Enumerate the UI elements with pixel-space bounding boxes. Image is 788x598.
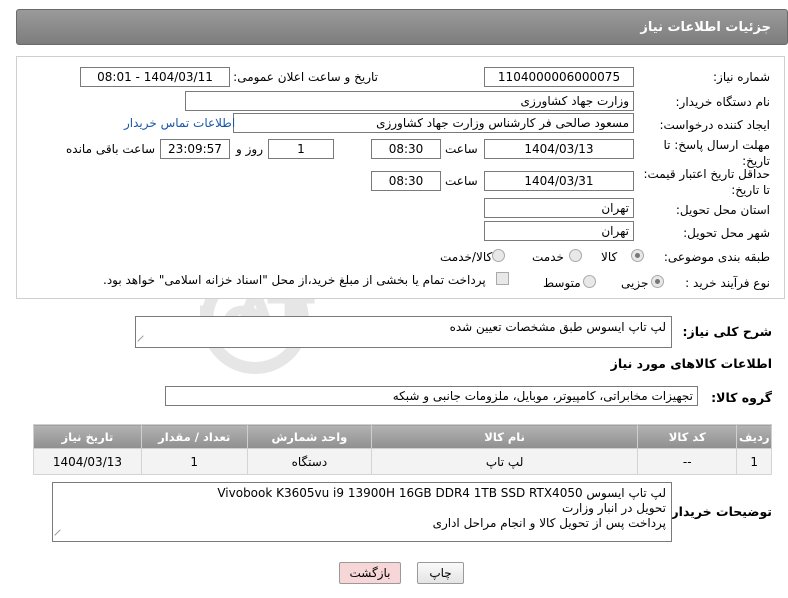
cell-date: 1404/03/13 (33, 448, 142, 475)
process-radio-minor[interactable] (651, 275, 664, 288)
payment-note: پرداخت تمام یا بخشی از مبلغ خرید،از محل … (103, 273, 486, 287)
col-date-header: تاریخ نیاز (33, 424, 142, 449)
buyer-notes-label: توضیحات خریدار: (666, 504, 772, 519)
description-label: شرح کلی نیاز: (682, 324, 772, 339)
col-qty-header: تعداد / مقدار (140, 424, 248, 449)
announce-label: تاریخ و ساعت اعلان عمومی: (233, 70, 378, 84)
need-details-page: جزئیات اطلاعات نیاز AriaTender.neT شماره… (0, 0, 788, 598)
category-radio-service[interactable] (569, 249, 582, 262)
back-button[interactable]: بازگشت (339, 562, 401, 584)
need-number-field: 1104000006000075 (484, 67, 634, 87)
need-number-label: شماره نیاز: (713, 70, 770, 84)
days-field: 1 (268, 139, 334, 159)
buyer-org-field: وزارت جهاد کشاورزی (185, 91, 634, 111)
goods-section-title: اطلاعات کالاهای مورد نیاز (610, 356, 772, 371)
buyer-notes-line1: لپ تاپ ایسوس Vivobook K3605vu i9 13900H … (217, 486, 666, 500)
validity-label-line2: تا تاریخ: (731, 183, 770, 197)
process-option-minor: جزیی (621, 276, 649, 290)
goods-table: ردیف کد کالا نام کالا واحد شمارش تعداد /… (33, 424, 772, 475)
treasury-checkbox[interactable] (496, 272, 509, 285)
process-option-medium: متوسط (543, 276, 581, 290)
table-row: 1 -- لپ تاپ دستگاه 1 1404/03/13 (33, 448, 772, 475)
goods-group-field: تجهیزات مخابراتی، کامپیوتر، موبایل، ملزو… (165, 386, 698, 406)
deadline-label-line1: مهلت ارسال پاسخ: تا (663, 138, 770, 152)
print-button[interactable]: چاپ (417, 562, 464, 584)
deadline-time-label: ساعت (445, 142, 478, 156)
days-label: روز و (236, 142, 263, 156)
province-field: تهران (484, 198, 634, 218)
description-text: لپ تاپ ایسوس طبق مشخصات تعیین شده (449, 320, 666, 334)
resize-handle-icon[interactable] (137, 335, 149, 347)
col-unit-header: واحد شمارش (246, 424, 373, 449)
process-radio-medium[interactable] (583, 275, 596, 288)
city-label: شهر محل تحویل: (683, 226, 770, 240)
creator-label: ایجاد کننده درخواست: (659, 118, 770, 132)
category-option-both: کالا/خدمت (440, 250, 493, 264)
validity-label-line1: حداقل تاریخ اعتبار قیمت: (643, 167, 770, 181)
page-header: جزئیات اطلاعات نیاز (16, 9, 788, 45)
announce-field: 1404/03/11 - 08:01 (80, 67, 230, 87)
col-row-header: ردیف (736, 424, 772, 449)
contact-info-link[interactable]: اطلاعات تماس خریدار (124, 116, 235, 130)
cell-row: 1 (736, 448, 772, 475)
validity-date-field: 1404/03/31 (484, 171, 634, 191)
city-field: تهران (484, 221, 634, 241)
col-code-header: کد کالا (637, 424, 738, 449)
cell-unit: دستگاه (246, 448, 373, 475)
remaining-time-field: 23:09:57 (160, 139, 230, 159)
deadline-time-field: 08:30 (371, 139, 441, 159)
creator-field: مسعود صالحی فر کارشناس وزارت جهاد کشاورز… (233, 113, 634, 133)
page-title: جزئیات اطلاعات نیاز (640, 20, 771, 35)
validity-time-label: ساعت (445, 174, 478, 188)
validity-time-field: 08:30 (371, 171, 441, 191)
validity-label: حداقل تاریخ اعتبار قیمت: تا تاریخ: (643, 166, 770, 198)
category-radio-both[interactable] (492, 249, 505, 262)
description-field[interactable]: لپ تاپ ایسوس طبق مشخصات تعیین شده (135, 316, 672, 348)
deadline-label: مهلت ارسال پاسخ: تا تاریخ: (663, 137, 770, 169)
category-option-goods: کالا (601, 250, 618, 264)
buyer-org-label: نام دستگاه خریدار: (675, 95, 771, 109)
buyer-notes-line2: تحویل در انبار وزارت (561, 501, 666, 515)
deadline-date-field: 1404/03/13 (484, 139, 634, 159)
cell-qty: 1 (140, 448, 248, 475)
cell-name: لپ تاپ (371, 448, 639, 475)
cell-code: -- (637, 448, 738, 475)
buyer-notes-field[interactable]: لپ تاپ ایسوس Vivobook K3605vu i9 13900H … (52, 482, 672, 542)
buyer-notes-line3: پرداخت پس از تحویل کالا و انجام مراحل اد… (432, 516, 666, 530)
process-label: نوع فرآیند خرید : (685, 276, 770, 290)
category-radio-goods[interactable] (631, 249, 644, 262)
goods-group-label: گروه کالا: (711, 390, 772, 405)
remaining-label: ساعت باقی مانده (66, 142, 156, 156)
col-name-header: نام کالا (371, 424, 639, 449)
category-option-service: خدمت (532, 250, 564, 264)
province-label: استان محل تحویل: (675, 203, 770, 217)
category-label: طبقه بندی موضوعی: (663, 250, 770, 264)
goods-table-header: ردیف کد کالا نام کالا واحد شمارش تعداد /… (33, 424, 772, 449)
resize-handle-icon[interactable] (54, 529, 66, 541)
